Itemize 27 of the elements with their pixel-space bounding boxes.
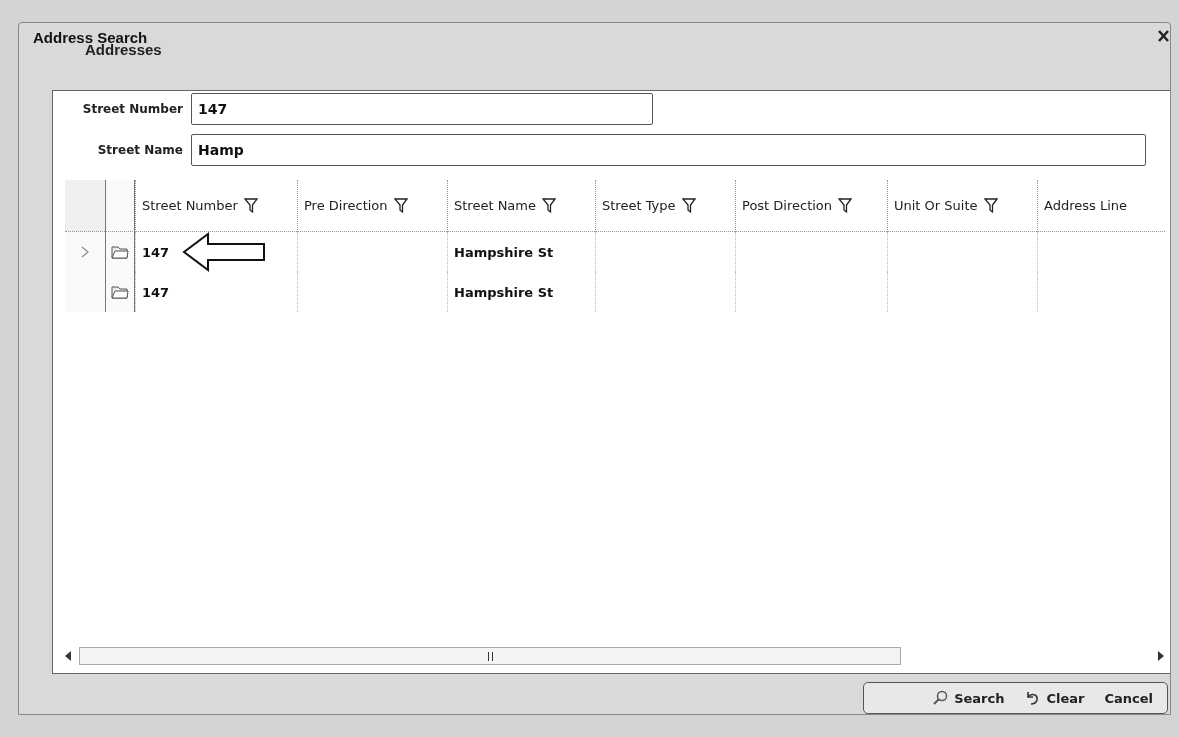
window-title: Address Search — [33, 29, 148, 46]
input-field[interactable]: Hamp — [191, 134, 1146, 167]
filter-icon[interactable] — [393, 198, 408, 214]
input-field[interactable]: 147 — [191, 93, 653, 126]
filter-icon[interactable] — [243, 198, 258, 214]
header-corner — [65, 180, 105, 233]
scroll-left-icon[interactable] — [65, 651, 71, 661]
table-cell: Hampshire St — [447, 272, 595, 313]
filter-icon[interactable] — [681, 198, 696, 214]
field-label: Street Number — [81, 102, 183, 117]
search-icon — [932, 690, 949, 706]
filter-icon[interactable] — [838, 198, 853, 214]
horizontal-scrollbar[interactable] — [79, 647, 901, 665]
arrow-icon — [182, 232, 266, 273]
search-button[interactable]: Search — [924, 687, 1013, 709]
table-cell: 147 — [135, 272, 297, 313]
clear-button[interactable]: Clear — [1016, 687, 1093, 709]
folder-icon[interactable] — [111, 284, 129, 301]
scroll-right-icon[interactable] — [1158, 651, 1164, 661]
close-icon[interactable] — [1156, 29, 1170, 43]
field-label: Street Name — [96, 143, 183, 158]
current-row-icon — [81, 246, 89, 259]
cancel-button[interactable]: Cancel — [1096, 687, 1161, 709]
folder-icon[interactable] — [111, 244, 129, 261]
filter-icon[interactable] — [542, 198, 556, 214]
filter-icon[interactable] — [983, 198, 998, 214]
undo-icon — [1024, 690, 1041, 706]
